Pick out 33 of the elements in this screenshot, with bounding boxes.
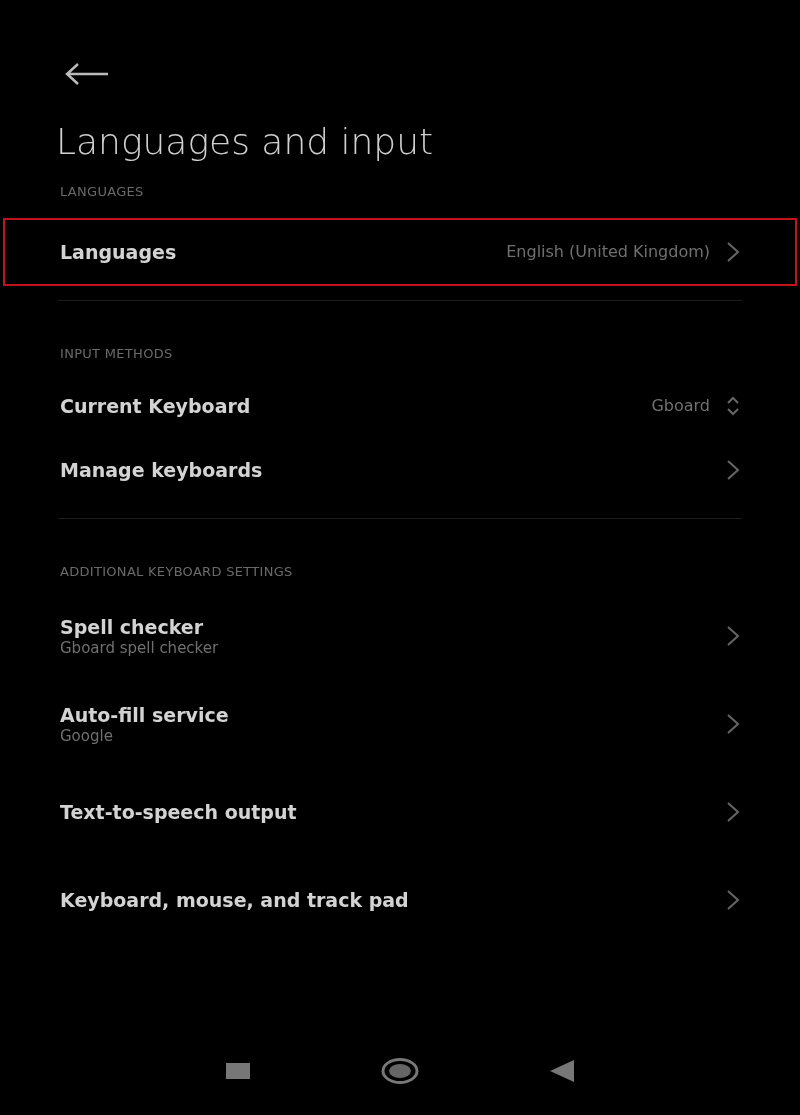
setting-label: Keyboard, mouse, and track pad	[60, 888, 410, 912]
setting-label: Auto-fill service	[60, 703, 230, 727]
section-header: LANGUAGES	[59, 185, 145, 199]
settings-row[interactable]: Spell checker Gboard spell checker	[58, 592, 742, 681]
setting-label: Current Keyboard	[60, 394, 252, 418]
recent-apps-button[interactable]	[225, 1063, 250, 1079]
setting-label: Text-to-speech output	[60, 800, 298, 824]
chevron-right-icon	[726, 625, 740, 648]
chevron-right-icon	[726, 801, 740, 824]
setting-value: Gboard	[651, 395, 710, 418]
back-button[interactable]	[550, 1060, 575, 1082]
setting-label: Languages	[60, 240, 178, 264]
settings-row[interactable]: Current Keyboard Gboard	[58, 374, 742, 439]
settings-row[interactable]: Keyboard, mouse, and track pad	[58, 856, 742, 945]
settings-row[interactable]: Text-to-speech output	[58, 768, 742, 857]
chevron-right-icon	[726, 889, 740, 912]
setting-summary: Google	[60, 726, 114, 745]
settings-row[interactable]: Manage keyboards	[58, 438, 742, 503]
setting-label: Spell checker	[60, 615, 205, 639]
setting-value: English (United Kingdom)	[506, 241, 710, 264]
setting-label: Manage keyboards	[60, 458, 264, 482]
settings-row[interactable]: Languages English (United Kingdom)	[5, 220, 795, 285]
settings-row[interactable]: Auto-fill service Google	[58, 680, 742, 769]
up-down-chevron-icon	[726, 395, 740, 418]
chevron-right-icon	[726, 459, 740, 482]
chevron-right-icon	[726, 241, 740, 264]
section-header: INPUT METHODS	[59, 347, 174, 361]
home-button[interactable]	[381, 1058, 419, 1084]
chevron-right-icon	[726, 713, 740, 736]
setting-summary: Gboard spell checker	[60, 638, 220, 657]
page-title: Languages and input	[56, 120, 435, 164]
section-header: ADDITIONAL KEYBOARD SETTINGS	[59, 565, 294, 579]
back-arrow-icon[interactable]	[64, 62, 110, 86]
